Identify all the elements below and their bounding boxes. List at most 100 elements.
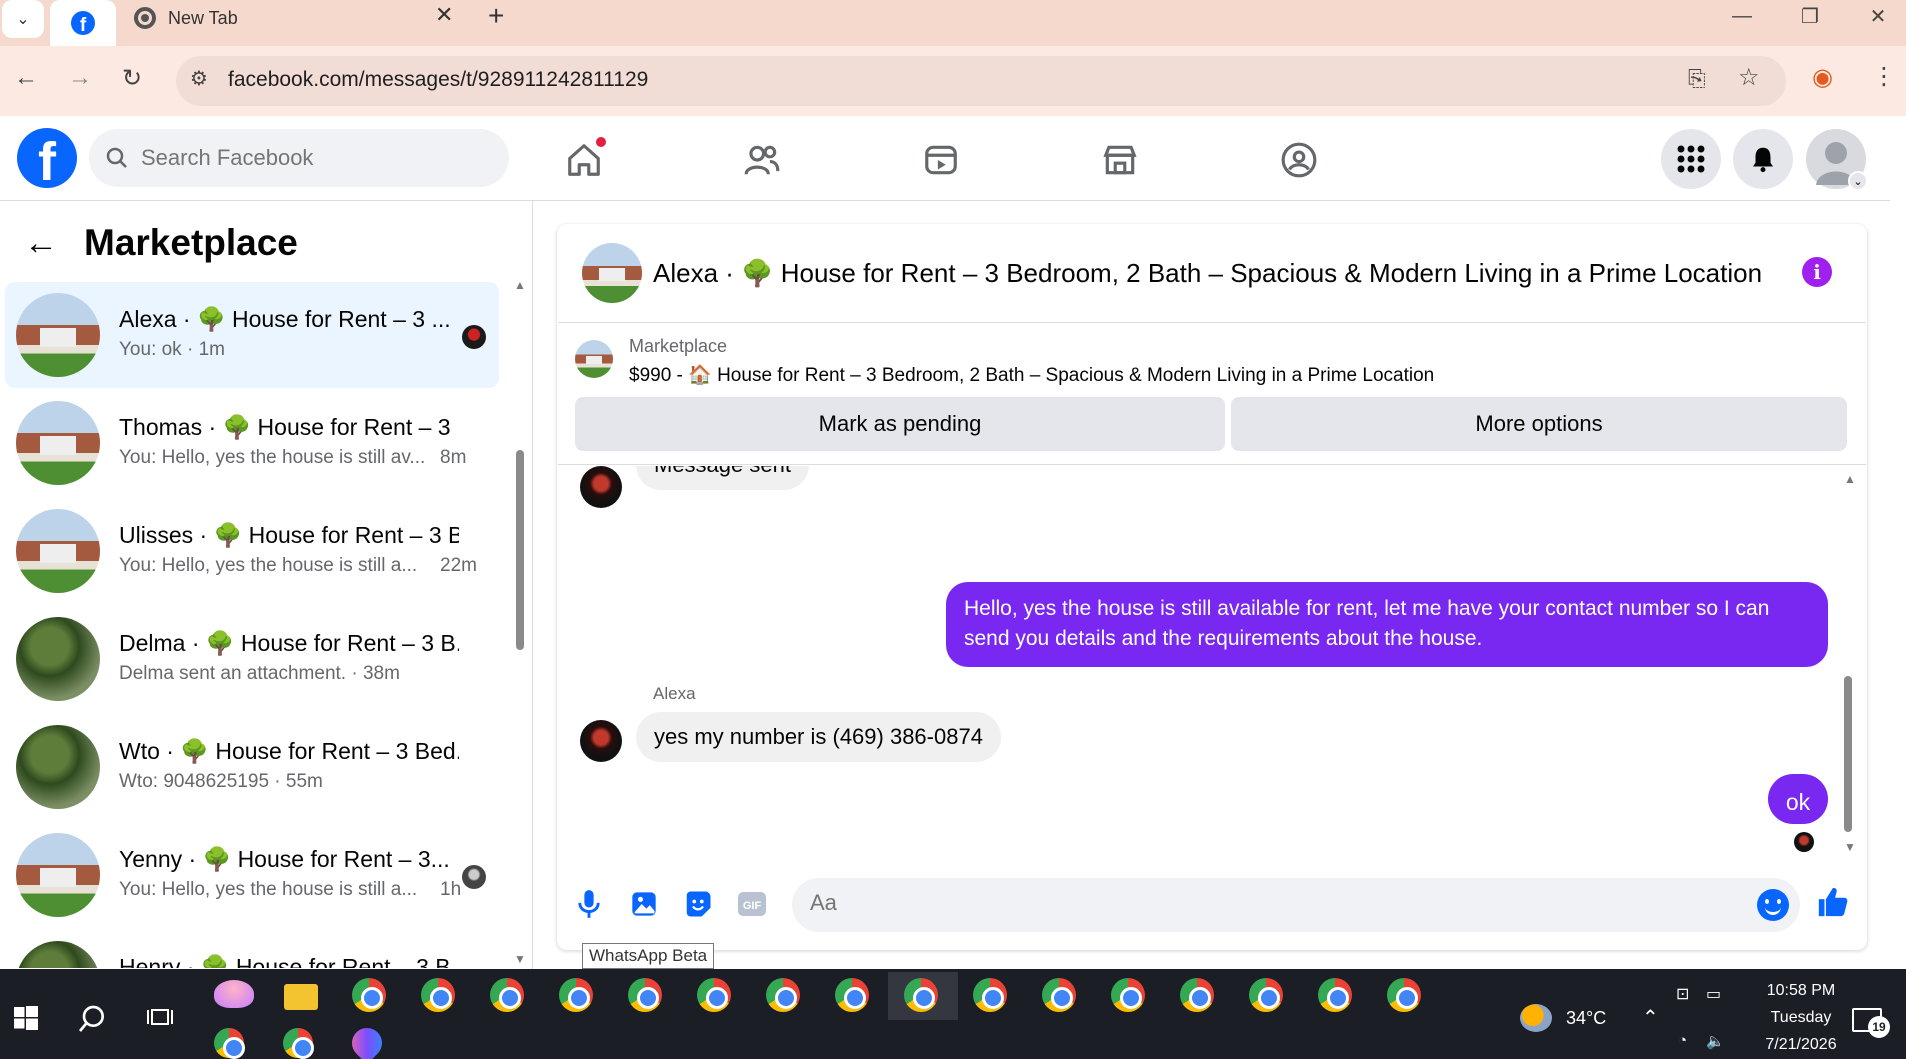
chrome-taskbar-icon[interactable] xyxy=(973,978,1007,1012)
tray-device-icon[interactable]: ⊡ xyxy=(1676,984,1689,1004)
chrome-taskbar-icon[interactable] xyxy=(490,978,524,1012)
chrome-taskbar-icon[interactable] xyxy=(214,1028,245,1059)
bookmark-star-icon[interactable]: ☆ xyxy=(1738,63,1760,92)
chrome-taskbar-icon[interactable] xyxy=(283,1028,314,1059)
weather-icon[interactable] xyxy=(1520,1004,1552,1032)
chrome-taskbar-icon[interactable] xyxy=(904,978,938,1012)
back-icon[interactable]: ← xyxy=(14,64,38,92)
conversation-time: 22m xyxy=(440,555,477,576)
microphone-icon[interactable] xyxy=(572,887,606,921)
chrome-taskbar-icon[interactable] xyxy=(559,978,593,1012)
forward-icon[interactable]: → xyxy=(68,64,92,92)
nav-marketplace-icon[interactable] xyxy=(1098,138,1142,182)
emoji-icon[interactable] xyxy=(1757,889,1789,921)
conversation-time: 8m xyxy=(440,447,467,468)
conversation-name: Yenny · 🌳 House for Rent – 3... xyxy=(119,846,450,872)
profile-icon[interactable]: ◉ xyxy=(1812,63,1833,92)
listing-divider xyxy=(558,464,1866,465)
chrome-taskbar-icon[interactable] xyxy=(628,978,662,1012)
file-explorer-icon[interactable] xyxy=(284,984,318,1010)
chrome-taskbar-icon[interactable] xyxy=(1042,978,1076,1012)
search-input[interactable] xyxy=(141,145,481,171)
back-arrow-icon[interactable]: ← xyxy=(24,224,58,263)
volume-icon[interactable]: 🔈 xyxy=(1706,1032,1725,1050)
mark-as-pending-button[interactable]: Mark as pending xyxy=(575,397,1225,451)
message-bubble-outgoing: ok xyxy=(1768,774,1828,824)
tooltip: WhatsApp Beta xyxy=(582,943,715,969)
conversation-item-henry[interactable]: Henry · 🌳 House for Rent – 3 B... xyxy=(5,930,499,968)
clock-date[interactable]: 7/21/2026 xyxy=(1746,1036,1856,1054)
taskbar-app-icon[interactable] xyxy=(214,980,254,1008)
chat-header-avatar[interactable] xyxy=(582,243,642,303)
more-options-button[interactable]: More options xyxy=(1231,397,1847,451)
chrome-taskbar-icon[interactable] xyxy=(697,978,731,1012)
info-icon[interactable]: i xyxy=(1802,257,1832,287)
tab-facebook[interactable]: f xyxy=(50,0,116,46)
clock-day[interactable]: Tuesday xyxy=(1746,1009,1856,1027)
site-settings-icon[interactable]: ⚙ xyxy=(190,66,208,91)
sender-name: Alexa xyxy=(653,684,696,703)
sidebar-scrollbar[interactable] xyxy=(516,450,524,650)
listing-thumbnail-small[interactable] xyxy=(575,340,613,378)
sender-avatar[interactable] xyxy=(580,720,622,762)
tab-search-menu-button[interactable]: ⌄ xyxy=(2,0,44,38)
conversation-item-thomas[interactable]: Thomas · 🌳 House for Rent – 3 ... You: H… xyxy=(5,390,499,496)
tab-new-tab[interactable]: New Tab xyxy=(126,0,466,36)
conversation-item-wto[interactable]: Wto · 🌳 House for Rent – 3 Bed... Wto: 9… xyxy=(5,714,499,820)
facebook-search[interactable] xyxy=(89,129,509,187)
battery-icon[interactable]: ▭ xyxy=(1706,984,1721,1004)
url-text[interactable]: facebook.com/messages/t/928911242811129 xyxy=(228,68,648,92)
message-composer[interactable] xyxy=(792,878,1800,932)
listing-title[interactable]: $990 - 🏠 House for Rent – 3 Bedroom, 2 B… xyxy=(629,363,1434,387)
install-app-icon[interactable]: ⎘ xyxy=(1688,66,1706,92)
header-divider xyxy=(558,322,1866,323)
sidebar-scroll-down-icon[interactable]: ▼ xyxy=(514,952,526,966)
nav-video-icon[interactable] xyxy=(919,138,963,182)
facebook-logo-icon[interactable]: f xyxy=(17,128,77,188)
photo-icon[interactable] xyxy=(627,887,661,921)
gif-icon[interactable]: GIF xyxy=(735,887,769,921)
nav-groups-icon[interactable] xyxy=(1277,138,1321,182)
clock-time[interactable]: 10:58 PM xyxy=(1746,982,1856,1000)
chrome-taskbar-icon[interactable] xyxy=(1387,978,1421,1012)
account-chevron-icon[interactable]: ⌄ xyxy=(1848,171,1868,191)
sticker-icon[interactable] xyxy=(681,887,715,921)
taskbar-search-icon[interactable] xyxy=(76,1003,108,1040)
sidebar-scroll-up-icon[interactable]: ▲ xyxy=(514,278,526,292)
close-window-icon[interactable]: ✕ xyxy=(1848,0,1906,32)
chrome-taskbar-icon[interactable] xyxy=(421,978,455,1012)
conversation-preview: You: Hello, yes the house is still a... xyxy=(119,555,418,576)
conversation-item-alexa[interactable]: Alexa · 🌳 House for Rent – 3 ... You: ok… xyxy=(5,282,499,388)
temperature[interactable]: 34°C xyxy=(1566,1008,1606,1029)
menu-grid-button[interactable] xyxy=(1661,129,1721,189)
chat-title[interactable]: Alexa · 🌳 House for Rent – 3 Bedroom, 2 … xyxy=(653,258,1762,289)
message-input[interactable] xyxy=(810,890,1710,916)
chrome-taskbar-icon[interactable] xyxy=(1249,978,1283,1012)
chrome-taskbar-icon[interactable] xyxy=(766,978,800,1012)
nav-friends-icon[interactable] xyxy=(740,138,784,182)
chrome-taskbar-icon[interactable] xyxy=(1111,978,1145,1012)
chat-scroll-up-icon[interactable]: ▲ xyxy=(1844,472,1856,486)
conversation-item-ulisses[interactable]: Ulisses · 🌳 House for Rent – 3 B... You:… xyxy=(5,498,499,604)
wifi-icon[interactable]: ◔ xyxy=(1678,1032,1687,1049)
windows-start-icon[interactable] xyxy=(14,1006,38,1035)
chrome-taskbar-icon[interactable] xyxy=(352,978,386,1012)
chat-scrollbar[interactable] xyxy=(1844,676,1852,832)
thumbs-up-icon[interactable] xyxy=(1816,885,1850,919)
reload-icon[interactable]: ↻ xyxy=(122,64,142,93)
restore-icon[interactable]: ❐ xyxy=(1780,0,1840,32)
chat-scroll-down-icon[interactable]: ▼ xyxy=(1844,840,1856,854)
task-view-icon[interactable] xyxy=(146,1006,174,1037)
conversation-item-delma[interactable]: Delma · 🌳 House for Rent – 3 B... Delma … xyxy=(5,606,499,712)
tab-close-icon[interactable]: ✕ xyxy=(435,2,453,28)
browser-menu-icon[interactable]: ⋮ xyxy=(1872,62,1896,91)
chrome-taskbar-icon[interactable] xyxy=(1318,978,1352,1012)
chrome-taskbar-icon[interactable] xyxy=(1180,978,1214,1012)
sender-avatar[interactable] xyxy=(580,466,622,508)
notifications-button[interactable] xyxy=(1733,129,1793,189)
chrome-taskbar-icon[interactable] xyxy=(835,978,869,1012)
minimize-icon[interactable]: — xyxy=(1712,0,1772,32)
tray-expand-icon[interactable]: ⌃ xyxy=(1642,1005,1659,1030)
conversation-item-yenny[interactable]: Yenny · 🌳 House for Rent – 3... You: Hel… xyxy=(5,822,499,928)
new-tab-plus-icon[interactable]: + xyxy=(488,0,504,32)
